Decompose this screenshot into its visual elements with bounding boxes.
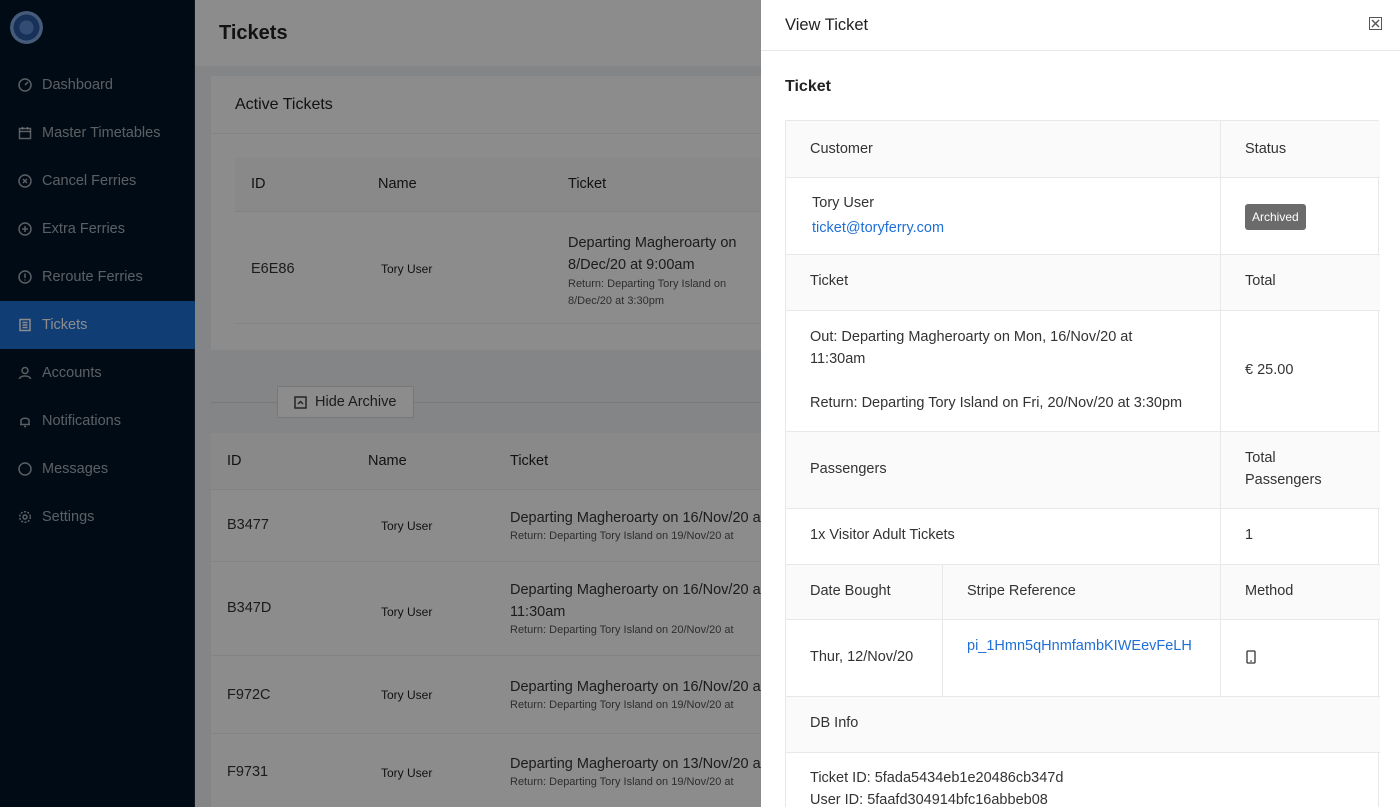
stripe-reference-link[interactable]: pi_1Hmn5qHnmfambKIWEevFeLH [967,635,1192,657]
drawer-mask[interactable] [0,0,761,807]
close-icon [1371,19,1380,28]
view-ticket-drawer: View Ticket Ticket Customer Status Tory … [761,0,1400,807]
outbound-journey: Out: Departing Magheroarty on Mon, 16/No… [810,329,1133,345]
total-passengers-value: 1 [1245,527,1254,543]
drawer-title: View Ticket [761,0,1400,51]
date-bought-value: Thur, 12/Nov/20 [810,649,914,665]
passengers-value: 1x Visitor Adult Tickets [810,527,955,543]
customer-label: Customer [810,141,873,157]
return-journey: Return: Departing Tory Island on Fri, 20… [810,395,1183,411]
status-badge: Archived [1245,204,1306,230]
stripe-reference-label: Stripe Reference [967,583,1076,599]
ticket-details: Customer Status Tory User ticket@toryfer… [785,120,1380,807]
db-info-label: DB Info [810,715,859,731]
status-label: Status [1245,141,1287,157]
outbound-journey-time: 11:30am [810,351,866,367]
date-bought-label: Date Bought [810,583,891,599]
section-title: Ticket [785,78,831,95]
db-user-id: User ID: 5faafd304914bfc16abbeb08 [810,792,1048,807]
total-label: Total [1245,273,1276,289]
customer-email-link[interactable]: ticket@toryferry.com [812,217,944,239]
close-button[interactable] [1369,17,1382,30]
method-label: Method [1245,583,1294,599]
passengers-label: Passengers [810,461,887,477]
total-passengers-label-line2: Passengers [1245,472,1322,488]
mobile-phone-icon [1246,650,1256,664]
ticket-label: Ticket [810,273,849,289]
ticket-total: € 25.00 [1245,362,1294,378]
db-ticket-id: Ticket ID: 5fada5434eb1e20486cb347d [810,770,1064,786]
total-passengers-label: Total [1245,450,1276,466]
customer-name: Tory User [812,195,875,211]
